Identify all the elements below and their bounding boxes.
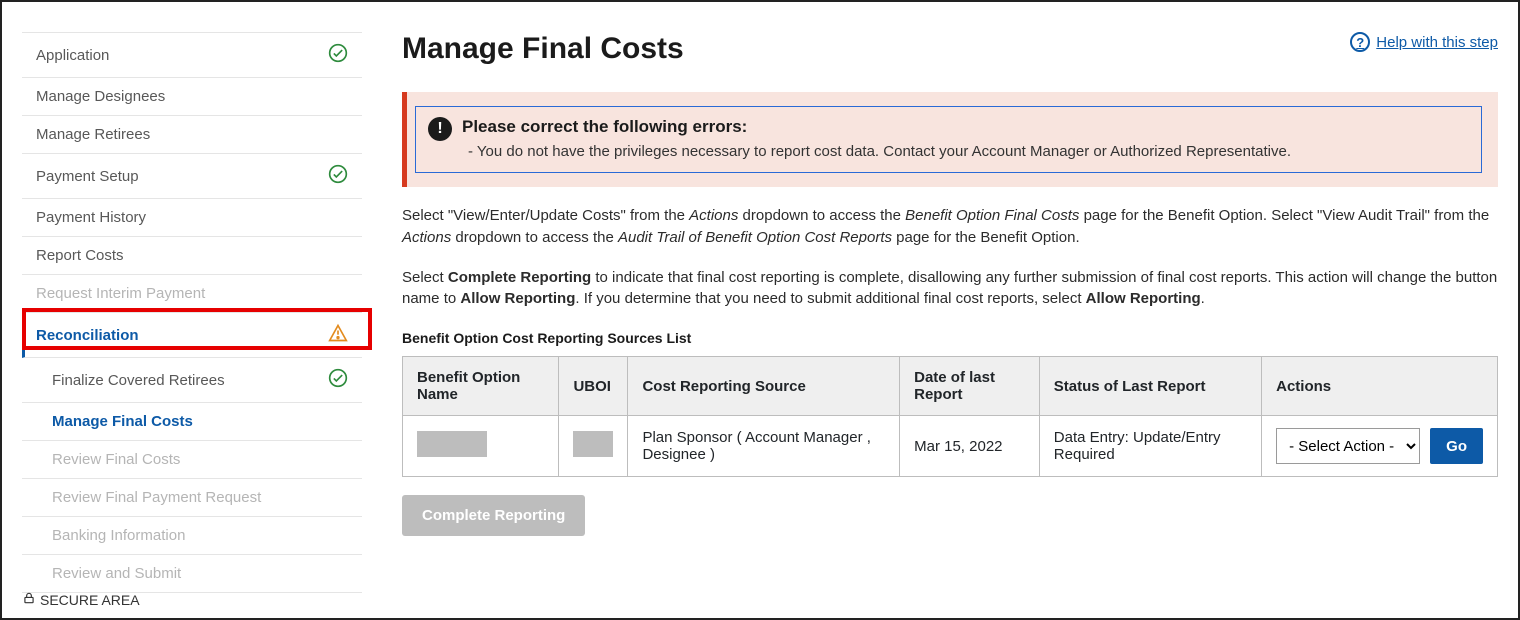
sidebar-label: Payment History xyxy=(36,209,348,226)
sidebar-label: Review Final Costs xyxy=(52,451,348,468)
sidebar-item-payment-setup[interactable]: Payment Setup xyxy=(22,154,362,199)
sidebar-sub-review-final-costs: Review Final Costs xyxy=(22,441,362,479)
cell-date: Mar 15, 2022 xyxy=(900,416,1040,477)
cell-benefit-option-name xyxy=(403,416,559,477)
error-alert: ! Please correct the following errors: Y… xyxy=(402,92,1498,187)
instruction-paragraph-1: Select "View/Enter/Update Costs" from th… xyxy=(402,205,1498,249)
go-button[interactable]: Go xyxy=(1430,428,1483,464)
sidebar-label: Finalize Covered Retirees xyxy=(52,372,328,389)
sidebar-sub-banking-information: Banking Information xyxy=(22,517,362,555)
col-cost-reporting-source: Cost Reporting Source xyxy=(628,357,900,416)
sidebar-label: Report Costs xyxy=(36,247,348,264)
sidebar-label: Banking Information xyxy=(52,527,348,544)
sidebar-label: Payment Setup xyxy=(36,168,328,185)
col-status-of-last-report: Status of Last Report xyxy=(1039,357,1261,416)
help-label: Help with this step xyxy=(1376,34,1498,51)
sidebar-label: Application xyxy=(36,47,328,64)
sidebar-label: Review and Submit xyxy=(52,565,348,582)
instruction-paragraph-2: Select Complete Reporting to indicate th… xyxy=(402,267,1498,311)
sidebar-label: Manage Final Costs xyxy=(52,413,348,430)
sidebar-item-payment-history[interactable]: Payment History xyxy=(22,199,362,237)
sidebar-sub-finalize-covered-retirees[interactable]: Finalize Covered Retirees xyxy=(22,358,362,403)
table-row: Plan Sponsor ( Account Manager , Designe… xyxy=(403,416,1498,477)
warning-triangle-icon xyxy=(328,323,348,347)
complete-reporting-button: Complete Reporting xyxy=(402,495,585,536)
col-uboi: UBOI xyxy=(559,357,628,416)
sidebar-sub-manage-final-costs[interactable]: Manage Final Costs xyxy=(22,403,362,441)
sidebar-item-reconciliation[interactable]: Reconciliation xyxy=(22,313,362,358)
sidebar-label: Reconciliation xyxy=(36,327,328,344)
check-circle-icon xyxy=(328,164,348,188)
secure-area-label: SECURE AREA xyxy=(22,591,140,608)
redacted-text xyxy=(417,431,487,457)
alert-exclamation-icon: ! xyxy=(428,117,452,141)
sidebar-item-manage-designees[interactable]: Manage Designees xyxy=(22,78,362,116)
lock-icon xyxy=(22,591,36,608)
table-title: Benefit Option Cost Reporting Sources Li… xyxy=(402,330,1498,346)
sidebar-item-manage-retirees[interactable]: Manage Retirees xyxy=(22,116,362,154)
sidebar-label: Manage Retirees xyxy=(36,126,348,143)
cell-uboi xyxy=(559,416,628,477)
sidebar-label: Review Final Payment Request xyxy=(52,489,348,506)
sidebar-item-request-interim-payment: Request Interim Payment xyxy=(22,275,362,313)
sidebar-sub-review-and-submit: Review and Submit xyxy=(22,555,362,593)
sidebar-item-application[interactable]: Application xyxy=(22,32,362,78)
col-benefit-option-name: Benefit Option Name xyxy=(403,357,559,416)
action-select[interactable]: - Select Action - xyxy=(1276,428,1420,464)
page-title: Manage Final Costs xyxy=(402,32,684,66)
alert-item: You do not have the privileges necessary… xyxy=(462,143,1465,160)
sidebar-label: Manage Designees xyxy=(36,88,348,105)
check-circle-icon xyxy=(328,368,348,392)
cell-actions: - Select Action - Go xyxy=(1262,416,1498,477)
help-link[interactable]: ? Help with this step xyxy=(1350,32,1498,52)
cost-reporting-table: Benefit Option Name UBOI Cost Reporting … xyxy=(402,356,1498,477)
main-content: Manage Final Costs ? Help with this step… xyxy=(402,32,1498,598)
check-circle-icon xyxy=(328,43,348,67)
sidebar-label: Request Interim Payment xyxy=(36,285,348,302)
cell-source: Plan Sponsor ( Account Manager , Designe… xyxy=(628,416,900,477)
alert-heading: Please correct the following errors: xyxy=(462,117,1465,137)
col-date-of-last-report: Date of last Report xyxy=(900,357,1040,416)
sidebar-item-report-costs[interactable]: Report Costs xyxy=(22,237,362,275)
sidebar-sub-review-final-payment-request: Review Final Payment Request xyxy=(22,479,362,517)
help-circle-icon: ? xyxy=(1350,32,1370,52)
cell-status: Data Entry: Update/Entry Required xyxy=(1039,416,1261,477)
col-actions: Actions xyxy=(1262,357,1498,416)
redacted-text xyxy=(573,431,613,457)
sidebar: Application Manage Designees Manage Reti… xyxy=(22,32,362,593)
